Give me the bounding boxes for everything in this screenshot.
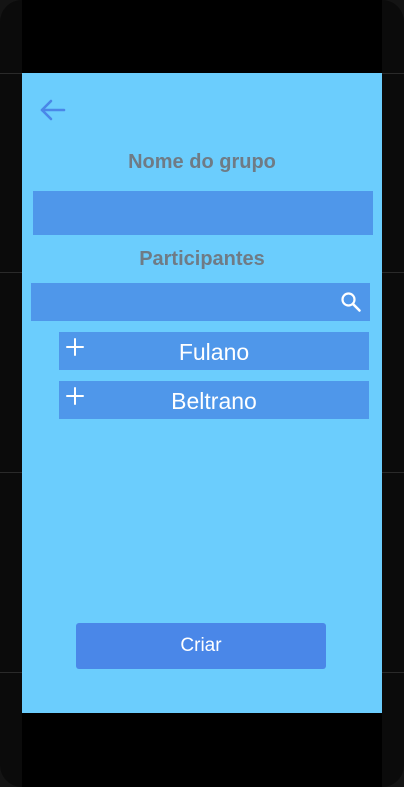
frame-divider xyxy=(0,73,22,74)
create-group-screen: Nome do grupo Participantes Fulano Beltr… xyxy=(22,73,382,713)
frame-divider xyxy=(382,672,404,673)
participant-name: Beltrano xyxy=(171,388,257,414)
search-icon[interactable] xyxy=(340,291,362,313)
participant-search-input[interactable] xyxy=(31,283,331,321)
frame-divider xyxy=(0,272,22,273)
participant-row: Beltrano xyxy=(59,381,369,419)
group-name-label: Nome do grupo xyxy=(128,151,276,173)
create-button[interactable]: Criar xyxy=(76,623,326,669)
frame-divider xyxy=(382,272,404,273)
frame-divider xyxy=(382,73,404,74)
back-button[interactable] xyxy=(36,95,72,127)
participant-row: Fulano xyxy=(59,332,369,370)
participant-search xyxy=(31,283,370,321)
frame-divider xyxy=(0,672,22,673)
status-bar xyxy=(22,0,382,73)
arrow-left-icon xyxy=(40,99,66,121)
group-name-input[interactable] xyxy=(33,191,373,235)
navigation-bar xyxy=(22,713,382,787)
frame-divider xyxy=(0,472,22,473)
device-frame: Nome do grupo Participantes Fulano Beltr… xyxy=(0,0,404,787)
frame-divider xyxy=(382,472,404,473)
participants-label: Participantes xyxy=(139,248,265,270)
participant-name: Fulano xyxy=(178,339,250,365)
